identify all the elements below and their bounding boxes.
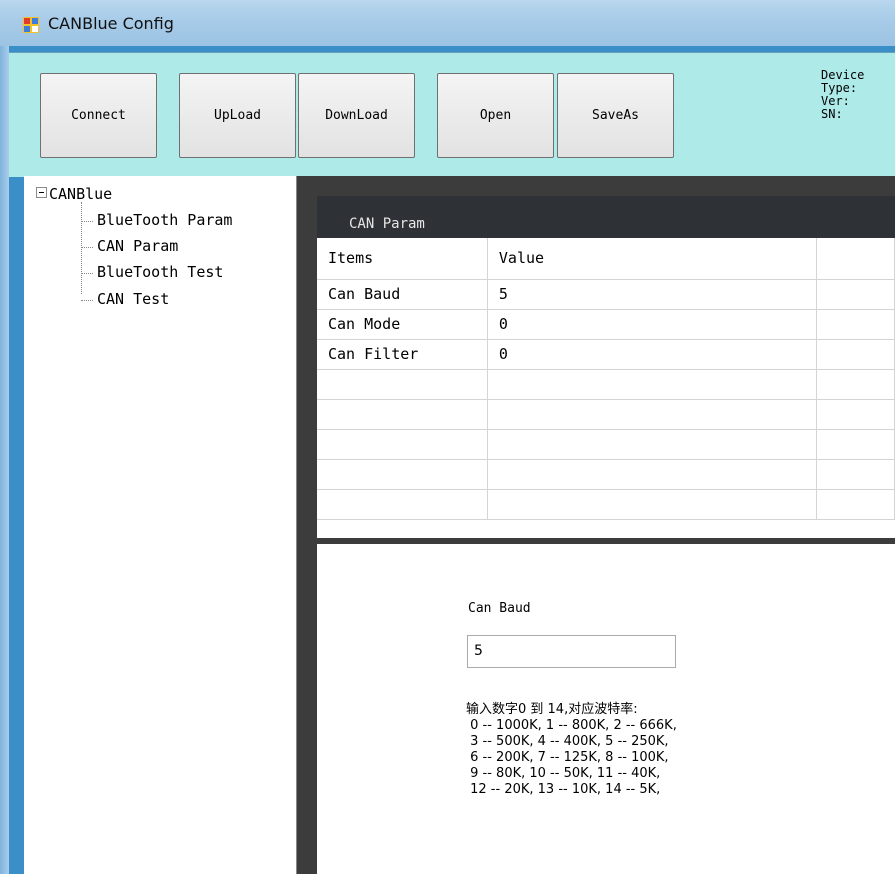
app-icon [23,17,39,33]
upload-button[interactable]: UpLoad [179,73,296,158]
param-grid[interactable]: Items Value Can Baud 5 Can Mode 0 Can Fi… [317,238,895,538]
empty-row [317,429,895,460]
cell-empty [816,309,895,340]
download-button[interactable]: DownLoad [298,73,415,158]
cell-value[interactable]: 0 [487,309,817,340]
cell-item[interactable]: Can Mode [317,309,488,340]
toolbar: Connect UpLoad DownLoad Open SaveAs Devi… [9,52,895,177]
cell-value[interactable]: 0 [487,339,817,370]
panel-title: CAN Param [349,216,425,232]
cell-item[interactable]: Can Baud [317,279,488,310]
empty-row [317,459,895,490]
window-frame [0,46,9,874]
column-header-items[interactable]: Items [317,238,488,280]
tree-item-bluetooth-test[interactable]: BlueTooth Test [81,263,223,281]
cell-item[interactable]: Can Filter [317,339,488,370]
connect-button[interactable]: Connect [40,73,157,158]
window-title: CANBlue Config [48,14,174,33]
tree-item-can-param[interactable]: CAN Param [81,237,178,255]
param-tree[interactable]: CANBlue BlueTooth Param CAN Param BlueTo… [24,176,297,874]
device-info: Device Type: Ver: SN: [821,68,865,121]
column-header-value[interactable]: Value [487,238,817,280]
saveas-button[interactable]: SaveAs [557,73,674,158]
can-baud-input[interactable]: 5 [467,635,676,668]
baud-help-text: 输入数字0 到 14,对应波特率: 0 -- 1000K, 1 -- 800K,… [466,702,677,797]
empty-row [317,489,895,520]
detail-label: Can Baud [468,601,531,616]
panel-header: CAN Param [317,196,895,238]
table-row[interactable]: Can Filter 0 [317,339,895,370]
tree-root[interactable]: CANBlue [36,185,112,203]
tree-root-label: CANBlue [49,185,113,203]
open-button[interactable]: Open [437,73,554,158]
detail-panel: Can Baud 5 输入数字0 到 14,对应波特率: 0 -- 1000K,… [317,544,895,874]
tree-item-bluetooth-param[interactable]: BlueTooth Param [81,211,232,229]
column-header-empty [816,238,895,280]
collapse-icon[interactable] [36,187,47,198]
empty-row [317,399,895,430]
title-bar[interactable]: CANBlue Config [0,0,895,46]
cell-value[interactable]: 5 [487,279,817,310]
cell-empty [816,279,895,310]
tree-item-can-test[interactable]: CAN Test [81,290,169,308]
grid-header-row: Items Value [317,238,895,280]
cell-empty [816,339,895,370]
table-row[interactable]: Can Mode 0 [317,309,895,340]
empty-row [317,369,895,400]
table-row[interactable]: Can Baud 5 [317,279,895,310]
